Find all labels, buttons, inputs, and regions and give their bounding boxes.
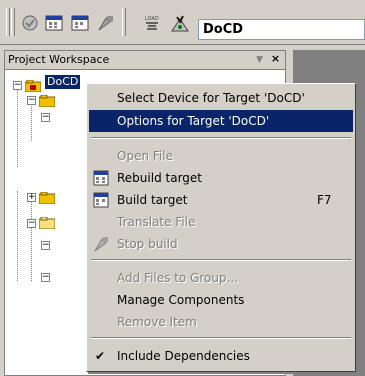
folder-icon	[39, 192, 55, 204]
tree-collapse-subgroup-2[interactable]: −	[41, 241, 50, 250]
toolbar-grip-2[interactable]	[11, 8, 15, 36]
workspace-title-bar: Project Workspace ▼ ×	[5, 51, 285, 70]
workspace-title: Project Workspace	[8, 53, 110, 66]
tree-line	[17, 87, 18, 167]
toolbar-separator	[122, 8, 126, 36]
context-menu: Select Device for Target 'DoCD' Options …	[86, 83, 356, 372]
tree-line	[31, 201, 32, 281]
tree-line	[31, 101, 32, 141]
stop-build-icon	[94, 237, 108, 252]
target-options-icon[interactable]	[168, 12, 192, 34]
menu-item-options-for-target[interactable]: Options for Target 'DoCD'	[89, 110, 353, 132]
menu-separator	[91, 337, 351, 339]
menu-item-select-device[interactable]: Select Device for Target 'DoCD'	[89, 87, 353, 109]
rebuild-icon[interactable]	[42, 12, 66, 34]
toolbar-grip[interactable]	[6, 8, 10, 36]
rebuild-icon	[93, 170, 109, 186]
tree-collapse-subgroup[interactable]: −	[41, 113, 50, 122]
tree-collapse-group[interactable]: −	[27, 96, 36, 105]
target-select[interactable]: DoCD	[198, 19, 365, 40]
menu-item-add-files: Add Files to Group...	[117, 271, 239, 285]
svg-text:LOAD: LOAD	[145, 16, 159, 22]
close-icon[interactable]: ×	[269, 53, 282, 65]
open-folder-icon	[39, 217, 55, 229]
tree-line	[17, 191, 18, 281]
menu-separator	[91, 137, 351, 139]
tree-collapse-group-2[interactable]: −	[27, 219, 36, 228]
menu-item-remove-item: Remove Item	[117, 315, 197, 329]
menu-item-open-file: Open File	[117, 149, 173, 163]
tree-collapse-subgroup-3[interactable]: −	[41, 273, 50, 282]
menu-item-manage-components[interactable]: Manage Components	[89, 289, 353, 311]
chevron-down-icon[interactable]: ▼	[256, 51, 263, 69]
menu-item-include-dependencies[interactable]: ✔ Include Dependencies	[89, 345, 353, 367]
build-icon	[93, 192, 109, 208]
menu-item-build-target[interactable]: Build target F7	[89, 189, 353, 211]
menu-separator	[91, 259, 351, 261]
build-icon[interactable]	[68, 12, 92, 34]
tree-root-label[interactable]: DoCD	[45, 75, 81, 89]
checkmark-icon: ✔	[95, 349, 106, 363]
menu-item-rebuild-target[interactable]: Rebuild target	[89, 167, 353, 189]
menu-item-stop-build: Stop build	[89, 233, 353, 255]
tree-expand-group[interactable]: +	[27, 193, 36, 202]
toolbar: LOAD DoCD	[0, 0, 365, 45]
folder-icon	[39, 95, 55, 107]
target-icon	[25, 80, 41, 92]
stop-build-icon[interactable]	[94, 12, 118, 34]
tree-collapse-root[interactable]: −	[13, 81, 22, 90]
compile-icon[interactable]	[18, 12, 42, 34]
load-icon[interactable]: LOAD	[140, 12, 164, 34]
menu-item-translate-file: Translate File	[117, 215, 196, 229]
